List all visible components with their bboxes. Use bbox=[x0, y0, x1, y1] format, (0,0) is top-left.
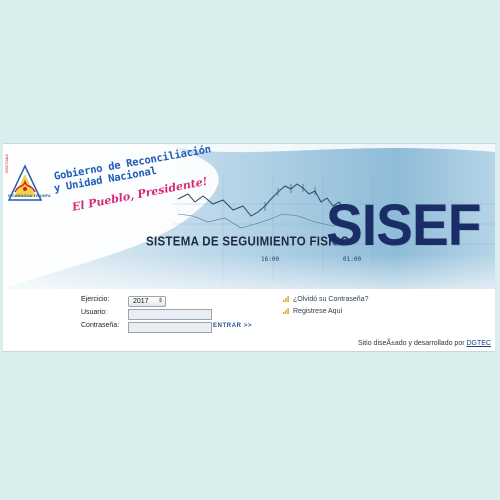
header-banner: CRISTIANA NICARAGUA TRIUNFA Gobierno de … bbox=[3, 144, 495, 289]
usuario-input[interactable] bbox=[128, 309, 212, 320]
footer-credit: Sitio diseÃ±ado y desarrollado por DGTEC bbox=[358, 340, 491, 347]
ejercicio-select[interactable]: 2017 ⇕ bbox=[128, 296, 166, 307]
usuario-label: Usuario: bbox=[81, 309, 108, 316]
emblem-side-text: CRISTIANA bbox=[5, 154, 9, 173]
login-panel: CRISTIANA NICARAGUA TRIUNFA Gobierno de … bbox=[3, 143, 495, 352]
bar-chart-icon bbox=[283, 308, 289, 314]
select-arrows-icon: ⇕ bbox=[157, 298, 163, 304]
footer-credit-text: Sitio diseÃ±ado y desarrollado por bbox=[357, 340, 467, 347]
dgtec-link[interactable]: DGTEC bbox=[467, 340, 492, 347]
password-label: Contraseña: bbox=[81, 322, 120, 329]
register-link[interactable]: Registrese Aquí bbox=[283, 308, 342, 315]
system-full-name: SISTEMA DE SEGUIMIENTO FISICO bbox=[146, 235, 350, 249]
chart-tick-label: 16:00 bbox=[261, 256, 280, 263]
login-form: Ejercicio: 2017 ⇕ Usuario: Contraseña: E… bbox=[3, 292, 495, 351]
password-input[interactable] bbox=[128, 322, 212, 333]
ejercicio-selected-value: 2017 bbox=[133, 298, 149, 305]
enter-button[interactable]: ENTRAR >> bbox=[213, 323, 252, 329]
sisef-logo: SISEF bbox=[326, 193, 481, 258]
ejercicio-label: Ejercicio: bbox=[81, 296, 110, 303]
bar-chart-icon bbox=[283, 296, 289, 302]
emblem-caption: NICARAGUA TRIUNFA bbox=[8, 193, 51, 198]
register-text: Registrese Aquí bbox=[293, 308, 343, 315]
forgot-password-text: ¿Olvidó su Contraseña? bbox=[293, 296, 369, 303]
forgot-password-link[interactable]: ¿Olvidó su Contraseña? bbox=[283, 296, 368, 303]
